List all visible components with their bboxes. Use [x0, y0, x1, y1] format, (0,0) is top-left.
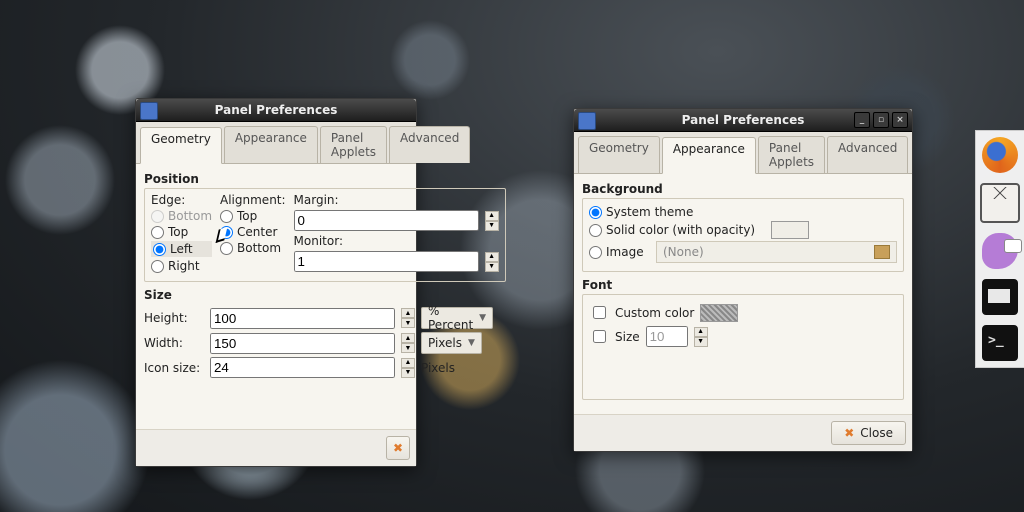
margin-up[interactable]: ▲ — [485, 211, 499, 221]
height-label: Height: — [144, 311, 204, 325]
edge-bottom[interactable]: Bottom — [151, 209, 212, 223]
launcher-mail[interactable] — [980, 183, 1020, 223]
close-icon: ✖ — [844, 426, 854, 440]
close-icon: ✖ — [393, 441, 403, 455]
window-footer: ✖ — [136, 429, 416, 466]
tab-bar: Geometry Appearance Panel Applets Advanc… — [574, 132, 912, 174]
titlebar[interactable]: Panel Preferences _ ▫ × — [574, 109, 912, 132]
height-unit[interactable]: % Percent▼ — [421, 307, 493, 329]
tab-panel-applets[interactable]: Panel Applets — [758, 136, 825, 173]
fontsize-down[interactable]: ▼ — [694, 337, 708, 347]
side-panel — [975, 130, 1024, 368]
tab-body-geometry: Position Edge: Bottom Top Left Right Ali… — [136, 164, 416, 429]
font-size[interactable]: Size ▲▼ — [589, 326, 897, 347]
section-font: Font — [582, 278, 904, 292]
align-top[interactable]: Top — [220, 209, 286, 223]
bg-image[interactable]: Image (None) — [589, 241, 897, 263]
tab-appearance[interactable]: Appearance — [662, 137, 756, 174]
align-bottom[interactable]: Bottom — [220, 241, 286, 255]
height-up[interactable]: ▲ — [401, 308, 415, 318]
monitor-input[interactable] — [294, 251, 479, 272]
width-down[interactable]: ▼ — [401, 343, 415, 353]
close-button-partial[interactable]: ✖ — [386, 436, 410, 460]
tab-geometry[interactable]: Geometry — [140, 127, 222, 164]
fontsize-up[interactable]: ▲ — [694, 327, 708, 337]
monitor-up[interactable]: ▲ — [485, 252, 499, 262]
font-color-swatch[interactable] — [700, 304, 738, 322]
edge-right[interactable]: Right — [151, 259, 212, 273]
tab-advanced[interactable]: Advanced — [389, 126, 470, 163]
iconsize-unit: Pixels — [421, 361, 455, 375]
close-button[interactable]: ✖Close — [831, 421, 906, 445]
edge-top[interactable]: Top — [151, 225, 212, 239]
width-unit[interactable]: Pixels▼ — [421, 332, 482, 354]
desktop: Panel Preferences Geometry Appearance Pa… — [0, 0, 1024, 512]
window-icon — [578, 112, 596, 130]
section-background: Background — [582, 182, 904, 196]
width-up[interactable]: ▲ — [401, 333, 415, 343]
edge-label: Edge: — [151, 193, 212, 207]
panel-preferences-window-appearance: Panel Preferences _ ▫ × Geometry Appeara… — [573, 108, 913, 452]
margin-label: Margin: — [294, 193, 499, 207]
maximize-button[interactable]: ▫ — [873, 112, 889, 128]
tab-body-appearance: Background System theme Solid color (wit… — [574, 174, 912, 414]
window-title: Panel Preferences — [682, 113, 805, 127]
bg-image-chooser[interactable]: (None) — [656, 241, 897, 263]
chevron-down-icon: ▼ — [479, 313, 486, 323]
height-input[interactable] — [210, 308, 395, 329]
edge-left[interactable]: Left — [151, 241, 212, 257]
alignment-label: Alignment: — [220, 193, 286, 207]
iconsize-label: Icon size: — [144, 361, 204, 375]
font-size-input[interactable] — [646, 326, 688, 347]
launcher-firefox[interactable] — [982, 137, 1018, 173]
align-center[interactable]: Center — [220, 225, 286, 239]
iconsize-input[interactable] — [210, 357, 395, 378]
color-swatch[interactable] — [771, 221, 809, 239]
tab-panel-applets[interactable]: Panel Applets — [320, 126, 387, 163]
window-footer: ✖Close — [574, 414, 912, 451]
bg-solid-color[interactable]: Solid color (with opacity) — [589, 221, 897, 239]
font-custom-color[interactable]: Custom color — [589, 303, 897, 322]
bg-system-theme[interactable]: System theme — [589, 205, 897, 219]
icon-up[interactable]: ▲ — [401, 358, 415, 368]
tab-appearance[interactable]: Appearance — [224, 126, 318, 163]
icon-down[interactable]: ▼ — [401, 368, 415, 378]
width-input[interactable] — [210, 333, 395, 354]
section-size: Size — [144, 288, 408, 302]
panel-preferences-window-geometry: Panel Preferences Geometry Appearance Pa… — [135, 98, 417, 467]
launcher-pidgin[interactable] — [982, 233, 1018, 269]
margin-down[interactable]: ▼ — [485, 221, 499, 231]
launcher-filemanager[interactable] — [982, 279, 1018, 315]
monitor-down[interactable]: ▼ — [485, 262, 499, 272]
minimize-button[interactable]: _ — [854, 112, 870, 128]
window-icon — [140, 102, 158, 120]
tab-advanced[interactable]: Advanced — [827, 136, 908, 173]
titlebar[interactable]: Panel Preferences — [136, 99, 416, 122]
close-window-button[interactable]: × — [892, 112, 908, 128]
section-position: Position — [144, 172, 408, 186]
window-title: Panel Preferences — [215, 103, 338, 117]
height-down[interactable]: ▼ — [401, 318, 415, 328]
monitor-label: Monitor: — [294, 234, 499, 248]
chevron-down-icon: ▼ — [468, 338, 475, 348]
tab-bar: Geometry Appearance Panel Applets Advanc… — [136, 122, 416, 164]
tab-geometry[interactable]: Geometry — [578, 136, 660, 173]
folder-icon — [874, 245, 890, 259]
launcher-terminal[interactable] — [982, 325, 1018, 361]
margin-input[interactable] — [294, 210, 479, 231]
width-label: Width: — [144, 336, 204, 350]
